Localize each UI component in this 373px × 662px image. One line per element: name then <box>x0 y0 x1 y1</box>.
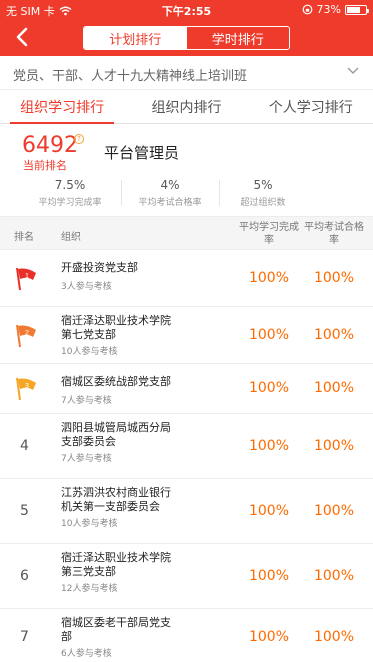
lock-rotation-icon <box>302 4 312 15</box>
rank-summary: 6492 ? 当前排名 平台管理员 7.5% 平均学习完成率 4% 平均考试合格… <box>0 124 373 216</box>
rank-flag-icon: 3 <box>16 377 36 401</box>
rank-number: 6 <box>20 567 29 584</box>
rank-number: 7 <box>20 628 29 645</box>
header-rank: 排名 <box>14 232 34 243</box>
participant-count: 6人参与考核 <box>61 649 112 659</box>
participant-count: 10人参与考核 <box>61 519 118 529</box>
stat-exceeded-orgs: 5% 超过组织数 <box>240 178 286 208</box>
pass-rate: 100% <box>313 326 355 343</box>
status-bar: 无 SIM 卡 下午2:55 73% <box>0 0 373 20</box>
pass-rate: 100% <box>313 380 355 396</box>
header-org: 组织 <box>61 232 81 243</box>
course-selector[interactable]: 党员、干部、人才十九大精神线上培训班 <box>0 56 373 90</box>
tab-within-org[interactable]: 组织内排行 <box>124 90 248 123</box>
segmented-control: 计划排行 学时排行 <box>83 26 290 50</box>
completion-rate: 100% <box>248 567 290 584</box>
table-row[interactable]: 1 开盛投资党支部 3人参与考核 100% 100% <box>0 250 373 307</box>
completion-rate: 100% <box>248 628 290 645</box>
table-row[interactable]: 5 江苏泗洪农村商业银行机关第一支部委员会 10人参与考核 100% 100% <box>0 479 373 544</box>
battery-icon <box>345 4 369 15</box>
completion-rate: 100% <box>248 380 290 396</box>
svg-text:2: 2 <box>25 330 29 337</box>
tab-plan-ranking[interactable]: 计划排行 <box>84 27 187 49</box>
table-row[interactable]: 7 宿城区委老干部局党支部 6人参与考核 100% 100% <box>0 609 373 662</box>
table-row[interactable]: 6 宿迁泽达职业技术学院第三党支部 12人参与考核 100% 100% <box>0 544 373 609</box>
stat-completion: 7.5% 平均学习完成率 <box>38 178 102 208</box>
tab-personal-learning[interactable]: 个人学习排行 <box>249 90 373 123</box>
table-row[interactable]: 2 宿迁泽达职业技术学院第七党支部 10人参与考核 100% 100% <box>0 307 373 364</box>
pass-rate: 100% <box>313 628 355 645</box>
table-header: 排名 组织 平均学习完成率 平均考试合格率 <box>0 216 373 250</box>
pass-rate: 100% <box>313 437 355 454</box>
header: 无 SIM 卡 下午2:55 73% 计划排行 学时排行 <box>0 0 373 56</box>
completion-rate: 100% <box>248 502 290 519</box>
org-name: 泗阳县城管局城西分局支部委员会 <box>61 421 171 448</box>
current-rank: 6492 <box>22 133 78 158</box>
rank-flag-icon: 2 <box>16 324 36 347</box>
table-row[interactable]: 4 泗阳县城管局城西分局支部委员会 7人参与考核 100% 100% <box>0 414 373 479</box>
tab-org-learning[interactable]: 组织学习排行 <box>0 90 124 124</box>
participant-count: 12人参与考核 <box>61 584 118 594</box>
rank-number: 5 <box>20 502 29 519</box>
org-name: 宿迁泽达职业技术学院第七党支部 <box>61 314 171 341</box>
svg-text:1: 1 <box>25 273 29 280</box>
header-completion: 平均学习完成率 <box>239 222 299 246</box>
participant-count: 7人参与考核 <box>61 396 112 406</box>
pass-rate: 100% <box>313 567 355 584</box>
back-icon[interactable] <box>10 24 36 50</box>
table-row[interactable]: 3 宿城区委统战部党支部 7人参与考核 100% 100% <box>0 364 373 414</box>
org-name: 宿城区委老干部局党支部 <box>61 616 171 643</box>
pass-rate: 100% <box>313 269 355 286</box>
participant-count: 7人参与考核 <box>61 454 112 464</box>
stat-pass-rate: 4% 平均考试合格率 <box>138 178 202 208</box>
battery-percent: 73% <box>316 3 341 16</box>
org-name: 宿迁泽达职业技术学院第三党支部 <box>61 551 171 578</box>
org-name: 宿城区委统战部党支部 <box>61 375 171 388</box>
svg-text:3: 3 <box>25 383 29 390</box>
chevron-down-icon <box>347 67 359 74</box>
org-name: 平台管理员 <box>104 144 180 162</box>
rank-number: 4 <box>20 437 29 454</box>
header-pass: 平均考试合格率 <box>304 222 364 246</box>
question-icon[interactable]: ? <box>74 134 84 144</box>
course-title: 党员、干部、人才十九大精神线上培训班 <box>13 69 248 84</box>
rank-flag-icon: 1 <box>16 267 36 290</box>
current-rank-label: 当前排名 <box>23 159 67 172</box>
participant-count: 10人参与考核 <box>61 347 118 357</box>
participant-count: 3人参与考核 <box>61 282 112 292</box>
pass-rate: 100% <box>313 502 355 519</box>
tab-hours-ranking[interactable]: 学时排行 <box>187 27 290 49</box>
org-name: 江苏泗洪农村商业银行机关第一支部委员会 <box>61 486 171 513</box>
completion-rate: 100% <box>248 269 290 286</box>
ranking-tabs: 组织学习排行 组织内排行 个人学习排行 <box>0 90 373 124</box>
completion-rate: 100% <box>248 437 290 454</box>
completion-rate: 100% <box>248 326 290 343</box>
org-name: 开盛投资党支部 <box>61 261 138 274</box>
